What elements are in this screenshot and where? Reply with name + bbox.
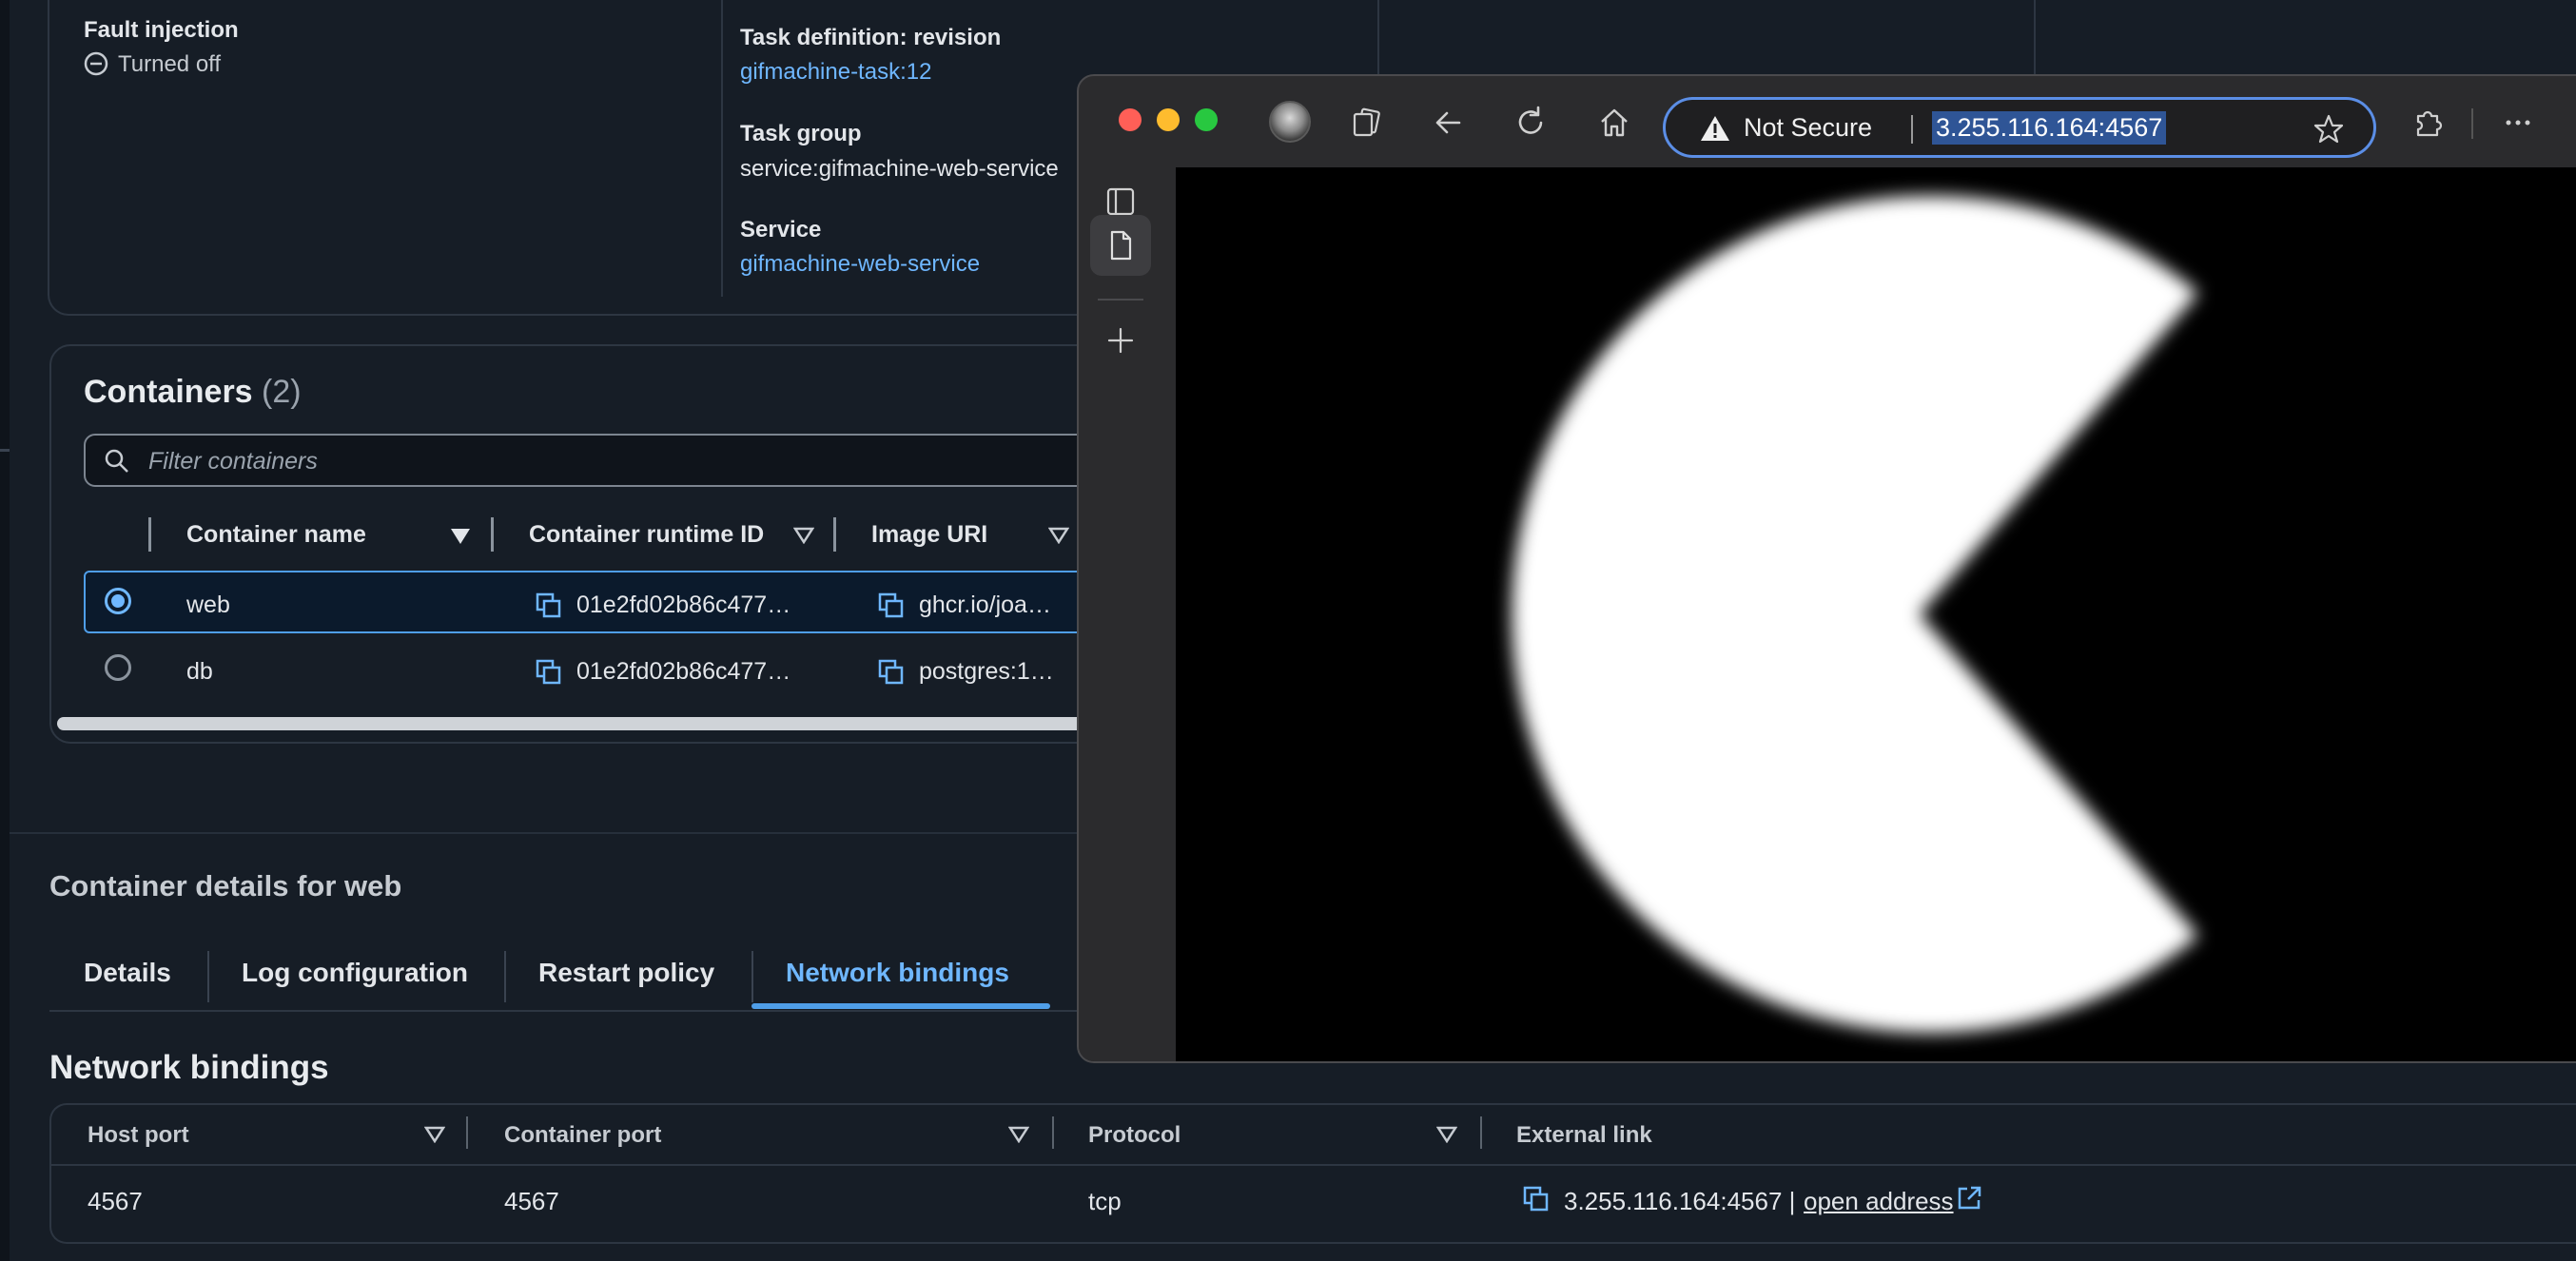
- column-header-external-link[interactable]: External link: [1516, 1122, 1652, 1149]
- container-port-cell: 4567: [504, 1187, 559, 1215]
- url-text[interactable]: 3.255.116.164:4567: [1932, 111, 2167, 145]
- horizontal-scrollbar[interactable]: [57, 717, 1151, 730]
- more-icon[interactable]: [2500, 105, 2536, 141]
- warning-icon[interactable]: [1700, 114, 1730, 143]
- column-header-host-port[interactable]: Host port: [88, 1122, 189, 1149]
- address-bar[interactable]: Not Secure 3.255.116.164:4567: [1663, 97, 2376, 158]
- external-link-cell: 3.255.116.164:4567 |: [1564, 1187, 1796, 1215]
- sort-icon[interactable]: [793, 527, 814, 544]
- runtime-id-cell: 01e2fd02b86c477…: [576, 658, 791, 685]
- extensions-icon[interactable]: [2410, 105, 2447, 141]
- column-header-runtime-id[interactable]: Container runtime ID: [529, 521, 764, 549]
- vertical-tabs-rail: [1079, 167, 1170, 1061]
- fault-injection-value: Turned off: [118, 51, 222, 77]
- containers-title: Containers (2): [84, 374, 302, 411]
- favorite-star-icon[interactable]: [2313, 113, 2345, 146]
- copy-icon[interactable]: [877, 592, 906, 620]
- runtime-id-cell: 01e2fd02b86c477…: [576, 592, 791, 618]
- tab-log-configuration[interactable]: Log configuration: [242, 958, 468, 988]
- sort-icon[interactable]: [1048, 527, 1069, 544]
- close-window-button[interactable]: [1119, 108, 1142, 131]
- back-icon[interactable]: [1431, 105, 1467, 141]
- column-separator[interactable]: [466, 1116, 468, 1149]
- network-bindings-title: Network bindings: [49, 1049, 329, 1086]
- column-header-protocol[interactable]: Protocol: [1088, 1122, 1181, 1149]
- tab-restart-policy[interactable]: Restart policy: [538, 958, 714, 988]
- container-name-cell: web: [186, 592, 230, 618]
- task-definition-link[interactable]: gifmachine-task:12: [740, 59, 931, 86]
- tab-details[interactable]: Details: [84, 958, 171, 988]
- sort-icon[interactable]: [424, 1126, 445, 1143]
- new-tab-icon[interactable]: [1105, 325, 1136, 356]
- column-header-container-port[interactable]: Container port: [504, 1122, 661, 1149]
- container-details-title: Container details for web: [49, 869, 402, 902]
- page-viewport[interactable]: [1176, 167, 2576, 1061]
- sort-desc-icon[interactable]: [451, 529, 470, 544]
- external-link-icon[interactable]: [1956, 1185, 1982, 1212]
- collections-icon[interactable]: [1349, 105, 1385, 141]
- task-group-label: Task group: [740, 121, 862, 146]
- image-uri-cell: ghcr.io/joa…: [919, 592, 1051, 618]
- tab-separator: [751, 951, 753, 1002]
- column-divider: [2034, 0, 2036, 86]
- maximize-window-button[interactable]: [1195, 108, 1218, 131]
- tab-separator: [504, 951, 506, 1002]
- column-separator[interactable]: [1052, 1116, 1054, 1149]
- minimize-window-button[interactable]: [1157, 108, 1180, 131]
- tab-actions-icon[interactable]: [1103, 184, 1138, 219]
- tab-separator: [207, 951, 209, 1002]
- column-header-container-name[interactable]: Container name: [186, 521, 366, 549]
- reload-icon[interactable]: [1512, 105, 1549, 141]
- open-address-link[interactable]: open address: [1804, 1187, 1954, 1216]
- containers-count: (2): [262, 374, 302, 410]
- rail-divider: [1098, 299, 1143, 301]
- container-name-cell: db: [186, 658, 213, 685]
- column-divider: [721, 0, 723, 297]
- host-port-cell: 4567: [88, 1187, 143, 1215]
- address-separator: [1911, 115, 1913, 144]
- filter-placeholder: Filter containers: [148, 448, 318, 475]
- profile-avatar[interactable]: [1269, 101, 1311, 143]
- task-definition-label: Task definition: revision: [740, 25, 1002, 50]
- home-icon[interactable]: [1596, 105, 1632, 141]
- active-tab-indicator: [751, 1003, 1050, 1009]
- sort-icon[interactable]: [1008, 1126, 1029, 1143]
- sort-icon[interactable]: [1436, 1126, 1457, 1143]
- status-off-icon: [84, 51, 108, 76]
- column-separator[interactable]: [1480, 1116, 1482, 1149]
- task-group-value: service:gifmachine-web-service: [740, 156, 1059, 182]
- copy-icon[interactable]: [535, 658, 563, 687]
- column-separator[interactable]: [491, 517, 494, 552]
- service-link[interactable]: gifmachine-web-service: [740, 251, 980, 278]
- row-select-radio[interactable]: [105, 654, 131, 681]
- copy-icon[interactable]: [535, 592, 563, 620]
- containers-title-text: Containers: [84, 374, 253, 410]
- column-header-image-uri[interactable]: Image URI: [871, 521, 987, 549]
- image-uri-cell: postgres:1…: [919, 658, 1054, 685]
- copy-icon[interactable]: [1522, 1185, 1551, 1213]
- column-divider: [1377, 0, 1379, 86]
- network-bindings-table: [49, 1103, 2576, 1244]
- left-gutter: [0, 0, 10, 1261]
- toolbar-separator: [2471, 108, 2473, 139]
- column-separator: [148, 517, 151, 552]
- row-select-radio[interactable]: [105, 588, 131, 614]
- gutter-mark: [0, 449, 10, 452]
- protocol-cell: tcp: [1088, 1187, 1122, 1215]
- pacman-gif-image: [1176, 167, 2576, 1061]
- security-label[interactable]: Not Secure: [1744, 113, 1872, 143]
- browser-window[interactable]: Not Secure 3.255.116.164:4567: [1077, 74, 2576, 1063]
- section-divider: [10, 832, 1170, 834]
- search-icon: [103, 447, 131, 475]
- column-separator[interactable]: [833, 517, 836, 552]
- page-icon[interactable]: [1103, 228, 1138, 262]
- tab-network-bindings[interactable]: Network bindings: [786, 958, 1009, 988]
- fault-injection-label: Fault injection: [84, 17, 239, 43]
- row-divider: [51, 1164, 2576, 1166]
- copy-icon[interactable]: [877, 658, 906, 687]
- service-label: Service: [740, 217, 822, 242]
